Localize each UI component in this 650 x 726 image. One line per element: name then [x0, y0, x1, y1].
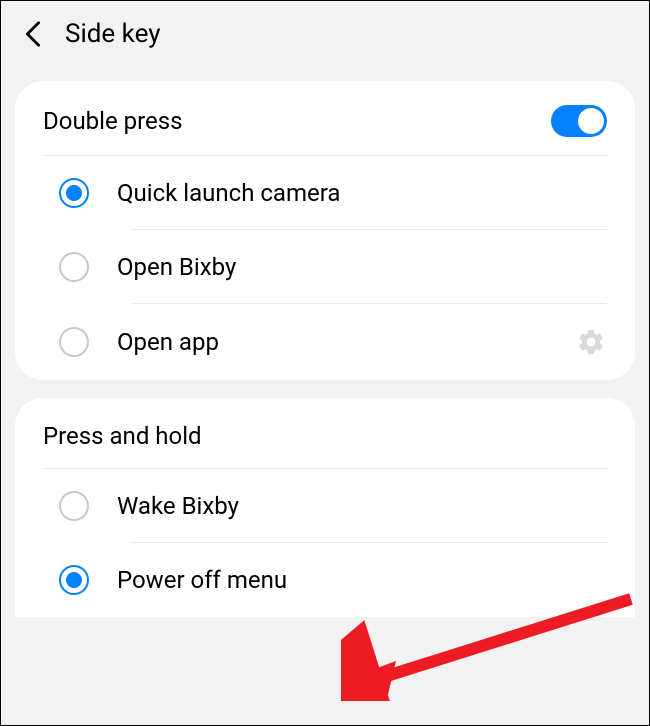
- option-label: Open Bixby: [117, 253, 607, 281]
- radio-button[interactable]: [59, 178, 89, 208]
- option-label: Wake Bixby: [117, 492, 607, 520]
- option-label: Quick launch camera: [117, 179, 607, 207]
- option-open-app[interactable]: Open app: [31, 304, 635, 380]
- press-hold-header: Press and hold: [15, 398, 635, 468]
- option-power-off-menu[interactable]: Power off menu: [31, 543, 635, 617]
- gear-icon[interactable]: [575, 326, 607, 358]
- press-hold-card: Press and hold Wake Bixby Power off menu: [15, 398, 635, 617]
- radio-button[interactable]: [59, 252, 89, 282]
- radio-button[interactable]: [59, 491, 89, 521]
- double-press-options: Quick launch camera Open Bixby Open app: [15, 156, 635, 380]
- option-label: Open app: [117, 328, 547, 356]
- double-press-header: Double press: [15, 81, 635, 155]
- back-icon[interactable]: [21, 22, 45, 46]
- radio-button[interactable]: [59, 327, 89, 357]
- press-hold-title: Press and hold: [43, 422, 202, 450]
- page-header: Side key: [1, 1, 649, 67]
- option-open-bixby[interactable]: Open Bixby: [31, 230, 635, 304]
- radio-button[interactable]: [59, 565, 89, 595]
- page-title: Side key: [65, 19, 161, 49]
- option-label: Power off menu: [117, 566, 607, 594]
- option-wake-bixby[interactable]: Wake Bixby: [31, 469, 635, 543]
- double-press-toggle[interactable]: [551, 105, 607, 137]
- option-quick-launch-camera[interactable]: Quick launch camera: [31, 156, 635, 230]
- press-hold-options: Wake Bixby Power off menu: [15, 469, 635, 617]
- double-press-title: Double press: [43, 107, 183, 135]
- toggle-knob: [578, 108, 604, 134]
- double-press-card: Double press Quick launch camera Open Bi…: [15, 81, 635, 380]
